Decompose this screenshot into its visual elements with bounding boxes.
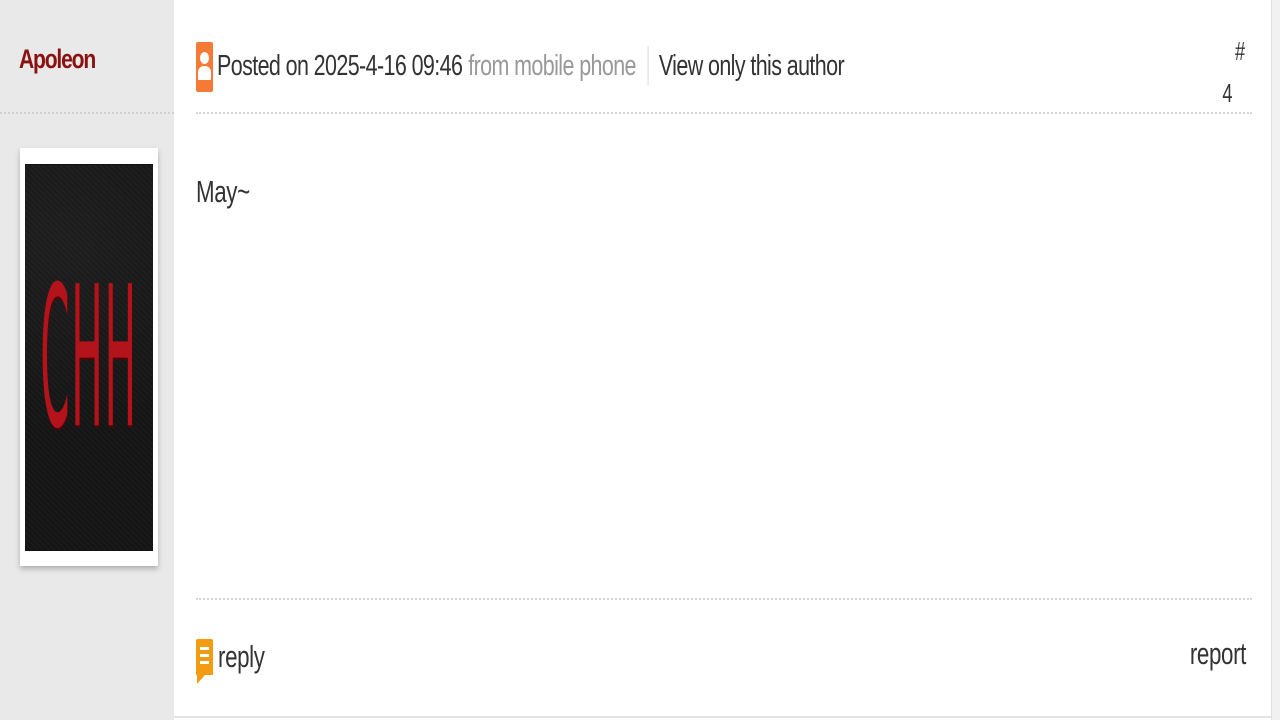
author-column: Apoleon CHH [0,0,174,720]
view-only-author-link[interactable]: View only this author [659,50,845,83]
floor-number-value: 4 [1222,78,1233,108]
avatar-frame: CHH [20,148,158,566]
reply-icon [196,639,213,684]
reply-button[interactable]: reply [196,632,283,684]
header-separator [647,46,649,86]
post-source: from mobile phone [468,49,636,82]
user-icon [196,42,213,92]
avatar-logo-text: CHH [40,243,138,472]
author-divider [0,112,174,114]
forum-post-page: Apoleon CHH Posted on 2025-4-16 09:46 fr… [0,0,1280,720]
scrollbar[interactable] [1271,0,1280,720]
post-header: Posted on 2025-4-16 09:46 from mobile ph… [217,46,845,86]
reply-label: reply [218,639,265,674]
post-timestamp: Posted on 2025-4-16 09:46 [217,49,463,82]
author-name-link[interactable]: Apoleon [19,44,96,75]
avatar[interactable]: CHH [25,164,153,551]
floor-number[interactable]: # 4 [1214,36,1246,116]
footer-divider [196,598,1252,600]
floor-hash: # [1235,36,1246,66]
header-divider [196,112,1252,114]
post-content: May~ [196,174,250,209]
report-button[interactable]: report [1190,636,1247,672]
post-bottom-border [174,716,1272,718]
